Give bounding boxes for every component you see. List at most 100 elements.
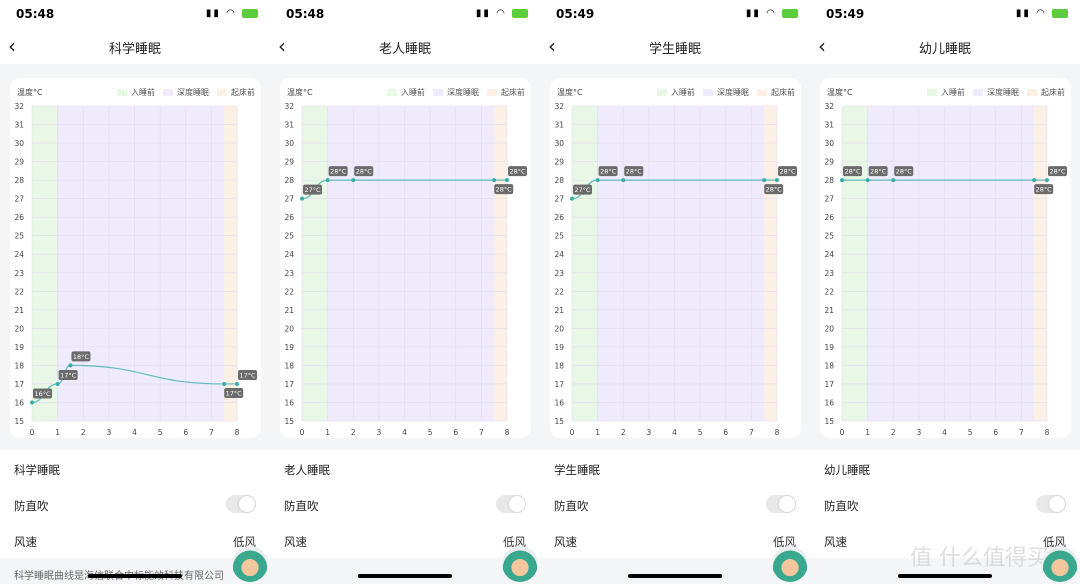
y-tick-label: 25 [824, 232, 834, 241]
y-tick-label: 21 [554, 306, 564, 315]
page-title: 科学睡眠 [108, 42, 161, 57]
y-tick-label: 24 [284, 250, 294, 259]
data-point[interactable] [775, 178, 779, 183]
mode-label: 科学睡眠 [14, 463, 60, 477]
data-point[interactable] [505, 178, 509, 183]
temperature-chart: 1516171819202122232425262728293031320 1 2 3… [14, 102, 257, 437]
phone-screen: 05:48 ▮▮ ◠ ‹ 科学睡眠 15 16 17 18 19 20 21 22 23 24 25 26 2… [0, 0, 270, 584]
y-tick-label: 20 [554, 324, 564, 333]
data-point[interactable] [865, 178, 870, 183]
data-label: 28°C [870, 168, 887, 176]
wifi-icon: ◠ [766, 8, 782, 19]
assistant-avatar[interactable] [1042, 546, 1078, 582]
battery-icon [1052, 8, 1068, 18]
y-tick-label: 26 [284, 213, 294, 222]
anti-blow-toggle[interactable] [496, 495, 526, 513]
anti-blow-toggle[interactable] [766, 495, 796, 513]
anti-blow-label: 防直吹 [554, 499, 589, 513]
x-tick-label: 4 [132, 428, 137, 437]
x-tick-label: 5 [968, 428, 973, 437]
home-indicator[interactable] [628, 574, 722, 578]
x-tick-label: 0 [300, 428, 305, 437]
x-tick-label: 2 [891, 428, 896, 437]
y-tick-label: 24 [824, 250, 834, 259]
data-point[interactable] [235, 381, 239, 386]
legend-swatch [1027, 89, 1037, 96]
data-point[interactable] [891, 178, 896, 183]
signal-icon: ▮▮ [745, 8, 767, 19]
home-indicator[interactable] [898, 574, 992, 578]
data-point[interactable] [1045, 178, 1049, 183]
legend-item[interactable]: 起床前 [487, 87, 525, 98]
data-point[interactable] [621, 178, 626, 183]
wind-speed-label: 风速 [824, 535, 847, 549]
assistant-avatar[interactable] [232, 546, 268, 582]
battery-icon [512, 8, 528, 18]
y-axis-unit: 温度°C [17, 88, 43, 97]
y-tick-label: 28 [554, 176, 564, 185]
legend-item[interactable]: 入睡前 [657, 87, 695, 98]
data-point[interactable] [55, 381, 60, 386]
data-point[interactable] [222, 381, 227, 386]
legend-item[interactable]: 深度睡眠 [433, 87, 479, 98]
legend-item[interactable]: 深度睡眠 [973, 87, 1019, 98]
legend-item[interactable]: 起床前 [757, 87, 795, 98]
data-point[interactable] [492, 178, 497, 183]
x-tick-label: 0 [30, 428, 35, 437]
band-1 [867, 106, 1035, 421]
legend-swatch [117, 89, 127, 96]
y-tick-label: 16 [14, 398, 24, 407]
legend-item[interactable]: 入睡前 [927, 87, 965, 98]
y-tick-label: 32 [284, 102, 294, 111]
band-2 [764, 106, 777, 421]
legend-label: 深度睡眠 [177, 88, 209, 97]
data-label: 28°C [496, 186, 513, 194]
data-point[interactable] [68, 363, 73, 368]
legend-item[interactable]: 入睡前 [117, 87, 155, 98]
status-bar: 05:48 ▮▮ ◠ [270, 0, 540, 30]
home-indicator[interactable] [88, 574, 182, 578]
status-time: 05:49 [826, 7, 865, 21]
data-point[interactable] [840, 178, 844, 183]
legend-item[interactable]: 入睡前 [387, 87, 425, 98]
legend-item[interactable]: 起床前 [217, 87, 255, 98]
data-point[interactable] [30, 400, 34, 405]
data-label: 27°C [574, 186, 591, 194]
y-tick-label: 26 [554, 213, 564, 222]
data-point[interactable] [325, 178, 330, 183]
legend-item[interactable]: 深度睡眠 [703, 87, 749, 98]
assistant-avatar[interactable] [772, 546, 808, 582]
chart-legend: 入睡前 深度睡眠 起床前 [117, 87, 255, 98]
assistant-avatar[interactable] [502, 546, 538, 582]
data-point[interactable] [595, 178, 600, 183]
status-icons: ▮▮ ◠ [746, 8, 798, 19]
data-point[interactable] [1032, 178, 1037, 183]
anti-blow-toggle[interactable] [1036, 495, 1066, 513]
temperature-chart: 1516171819202122232425262728293031320 1 2 3… [284, 102, 527, 437]
legend-item[interactable]: 深度睡眠 [163, 87, 209, 98]
x-tick-label: 6 [183, 428, 188, 437]
data-point[interactable] [300, 196, 304, 201]
band-0 [32, 106, 58, 421]
home-indicator[interactable] [358, 574, 452, 578]
x-tick-label: 6 [453, 428, 458, 437]
y-tick-label: 32 [554, 102, 564, 111]
legend-swatch [757, 89, 767, 96]
y-tick-label: 20 [284, 324, 294, 333]
y-tick-label: 30 [14, 139, 24, 148]
legend-swatch [703, 89, 713, 96]
y-tick-label: 29 [284, 158, 294, 167]
data-point[interactable] [762, 178, 767, 183]
status-time: 05:48 [16, 7, 55, 21]
y-tick-label: 15 [554, 417, 564, 426]
legend-label: 深度睡眠 [717, 88, 749, 97]
chart-card: 15 16 17 18 19 20 21 22 23 24 25 26 27 28 29 30 31 32 0 1 2 3… [820, 78, 1071, 438]
x-tick-label: 7 [209, 428, 214, 437]
data-point[interactable] [570, 196, 574, 201]
legend-label: 入睡前 [941, 88, 965, 97]
legend-item[interactable]: 起床前 [1027, 87, 1065, 98]
data-point[interactable] [351, 178, 356, 183]
wind-speed-label: 风速 [284, 535, 307, 549]
anti-blow-toggle[interactable] [226, 495, 256, 513]
settings-section: 学生睡眠 防直吹 风速 低风 [540, 450, 810, 558]
